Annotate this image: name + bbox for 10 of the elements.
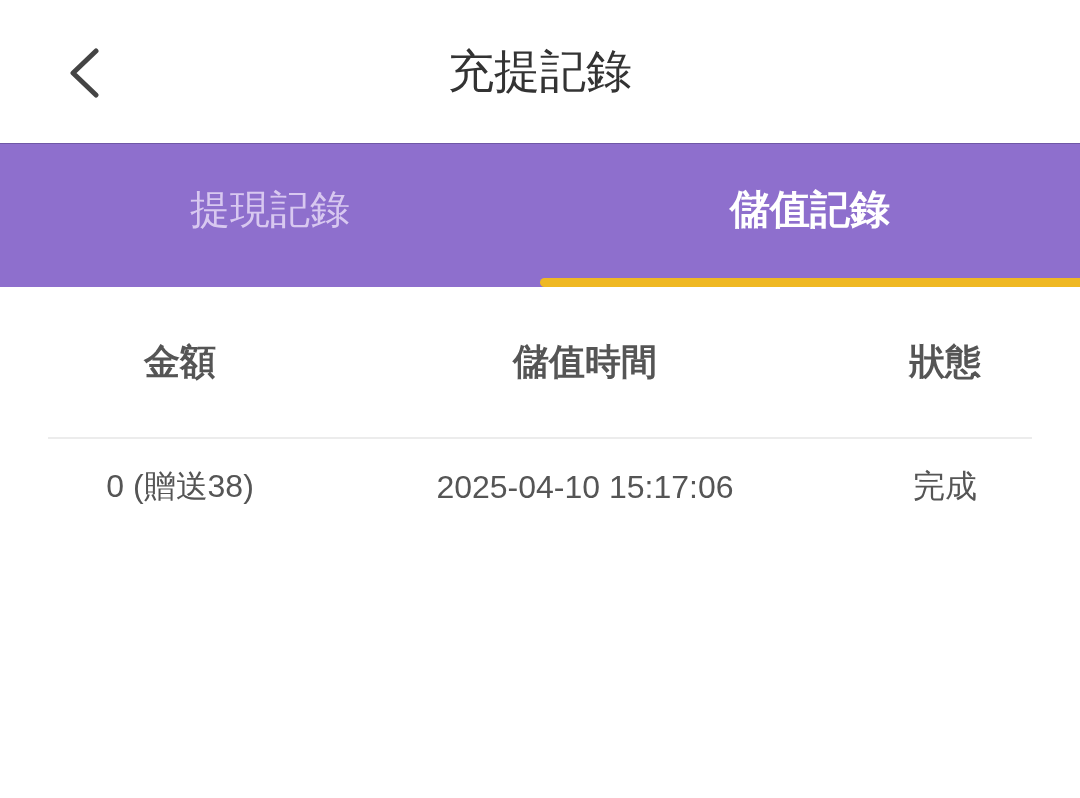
- tab[interactable]: 提現記錄: [0, 144, 540, 287]
- table-cell-text: 0 (贈送38): [105, 467, 255, 506]
- table-cell-text: 2025-04-10 15:17:06: [435, 468, 735, 506]
- column-header: 儲值時間: [511, 339, 658, 384]
- table-cell-text: 完成: [912, 467, 978, 506]
- page-title: 充提記錄: [448, 43, 632, 99]
- column-header: 狀態: [908, 339, 982, 384]
- column-header: 金額: [142, 339, 217, 384]
- tab[interactable]: 儲值記錄: [540, 144, 1080, 287]
- back-chevron-icon: [68, 48, 100, 98]
